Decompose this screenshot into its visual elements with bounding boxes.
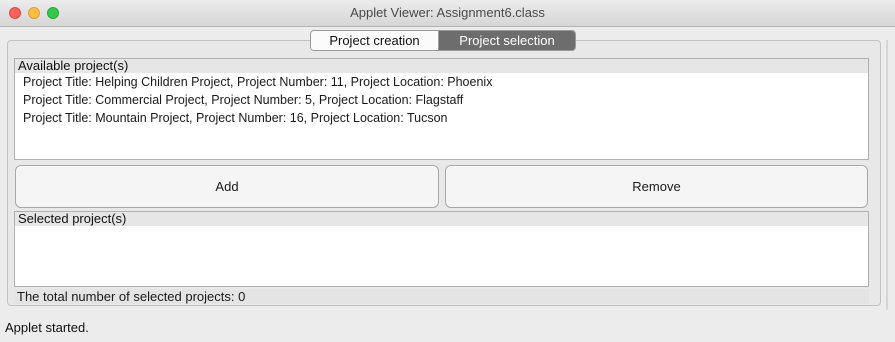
list-item[interactable]: Project Title: Mountain Project, Project…	[15, 109, 868, 127]
add-button[interactable]: Add	[15, 165, 439, 208]
tab-project-creation[interactable]: Project creation	[311, 31, 439, 50]
available-projects-list[interactable]: Available project(s) Project Title: Help…	[14, 58, 869, 160]
list-item[interactable]: Project Title: Helping Children Project,…	[15, 73, 868, 91]
window-title: Applet Viewer: Assignment6.class	[350, 5, 545, 20]
available-projects-header: Available project(s)	[15, 59, 868, 73]
status-bar-text: Applet started.	[5, 320, 89, 335]
window-titlebar: Applet Viewer: Assignment6.class	[0, 0, 895, 27]
window-edge	[886, 40, 888, 310]
selected-projects-header: Selected project(s)	[15, 212, 868, 226]
tab-project-selection[interactable]: Project selection	[439, 31, 575, 50]
tab-bar: Project creation Project selection	[310, 30, 576, 51]
remove-button[interactable]: Remove	[445, 165, 868, 208]
selected-projects-list[interactable]: Selected project(s)	[14, 211, 869, 287]
list-item[interactable]: Project Title: Commercial Project, Proje…	[15, 91, 868, 109]
total-selected-label: The total number of selected projects: 0	[14, 289, 869, 304]
